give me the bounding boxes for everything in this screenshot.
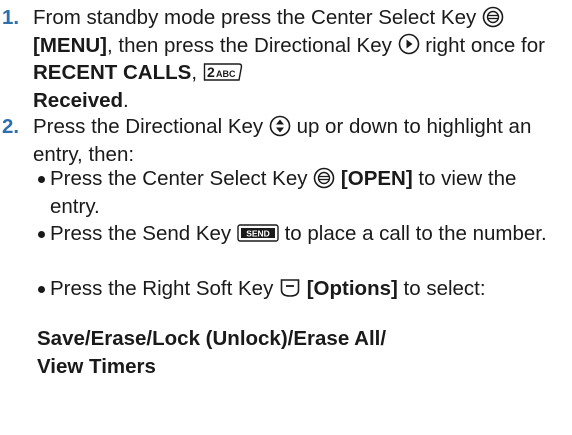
step-1: 1. From standby mode press the Center Se… (0, 4, 560, 114)
step-1-text-b: , then press the Directional Key (107, 33, 392, 57)
bullet-dot (38, 176, 45, 183)
step-1-text-a: From standby mode press the Center Selec… (33, 6, 477, 29)
bullet-3-text-b: to select: (403, 277, 486, 300)
two-abc-key-icon: 2 ABC (203, 62, 243, 82)
open-key-label: [OPEN] (340, 167, 413, 190)
step-2-text-a: Press the Directional Key (33, 115, 264, 138)
bullet-options: Press the Right Soft Key [Options] to se… (37, 275, 486, 303)
options-line-2: View Timers (37, 354, 156, 378)
step-2-text: Press the Directional Key up or down to … (33, 113, 560, 168)
bullet-dot (38, 231, 45, 238)
bullet-2-text-b: to place a call to the number. (284, 222, 547, 245)
bullet-send-call: Press the Send Key SEND to place a call … (37, 220, 547, 248)
directional-key-right-icon (398, 33, 420, 55)
step-2-number: 2. (2, 115, 20, 138)
center-select-key-icon (313, 167, 335, 189)
directional-key-updown-icon (269, 115, 291, 137)
step-1-text-c: right once for (425, 33, 545, 57)
svg-text:ABC: ABC (216, 69, 236, 79)
svg-text:2: 2 (207, 64, 215, 80)
send-key-icon: SEND (237, 223, 279, 242)
options-list: Save/Erase/Lock (Unlock)/Erase All/ View… (37, 325, 537, 380)
recent-calls-label: RECENT CALLS (33, 61, 192, 84)
step-2: 2. Press the Directional Key up or down … (0, 113, 560, 168)
instruction-page: 1. From standby mode press the Center Se… (0, 0, 572, 435)
center-select-key-icon (482, 6, 504, 28)
bullet-3-text-a: Press the Right Soft Key (50, 277, 274, 300)
step-1-comma: , (191, 61, 198, 84)
step-1-text: From standby mode press the Center Selec… (33, 4, 560, 114)
menu-key-label: [MENU] (33, 33, 108, 57)
bullet-open-entry: Press the Center Select Key [OPEN] to vi… (37, 165, 559, 220)
bullet-1-text-a: Press the Center Select Key (50, 167, 308, 190)
bullet-dot (38, 286, 45, 293)
bullet-2-text-a: Press the Send Key (50, 222, 232, 245)
right-soft-key-icon (279, 277, 301, 299)
received-label: Received (33, 88, 124, 112)
step-1-number: 1. (2, 6, 20, 29)
options-line-1: Save/Erase/Lock (Unlock)/Erase All/ (37, 327, 387, 350)
options-key-label: [Options] (306, 277, 398, 300)
step-1-period: . (123, 88, 129, 112)
send-key-text: SEND (246, 228, 270, 238)
